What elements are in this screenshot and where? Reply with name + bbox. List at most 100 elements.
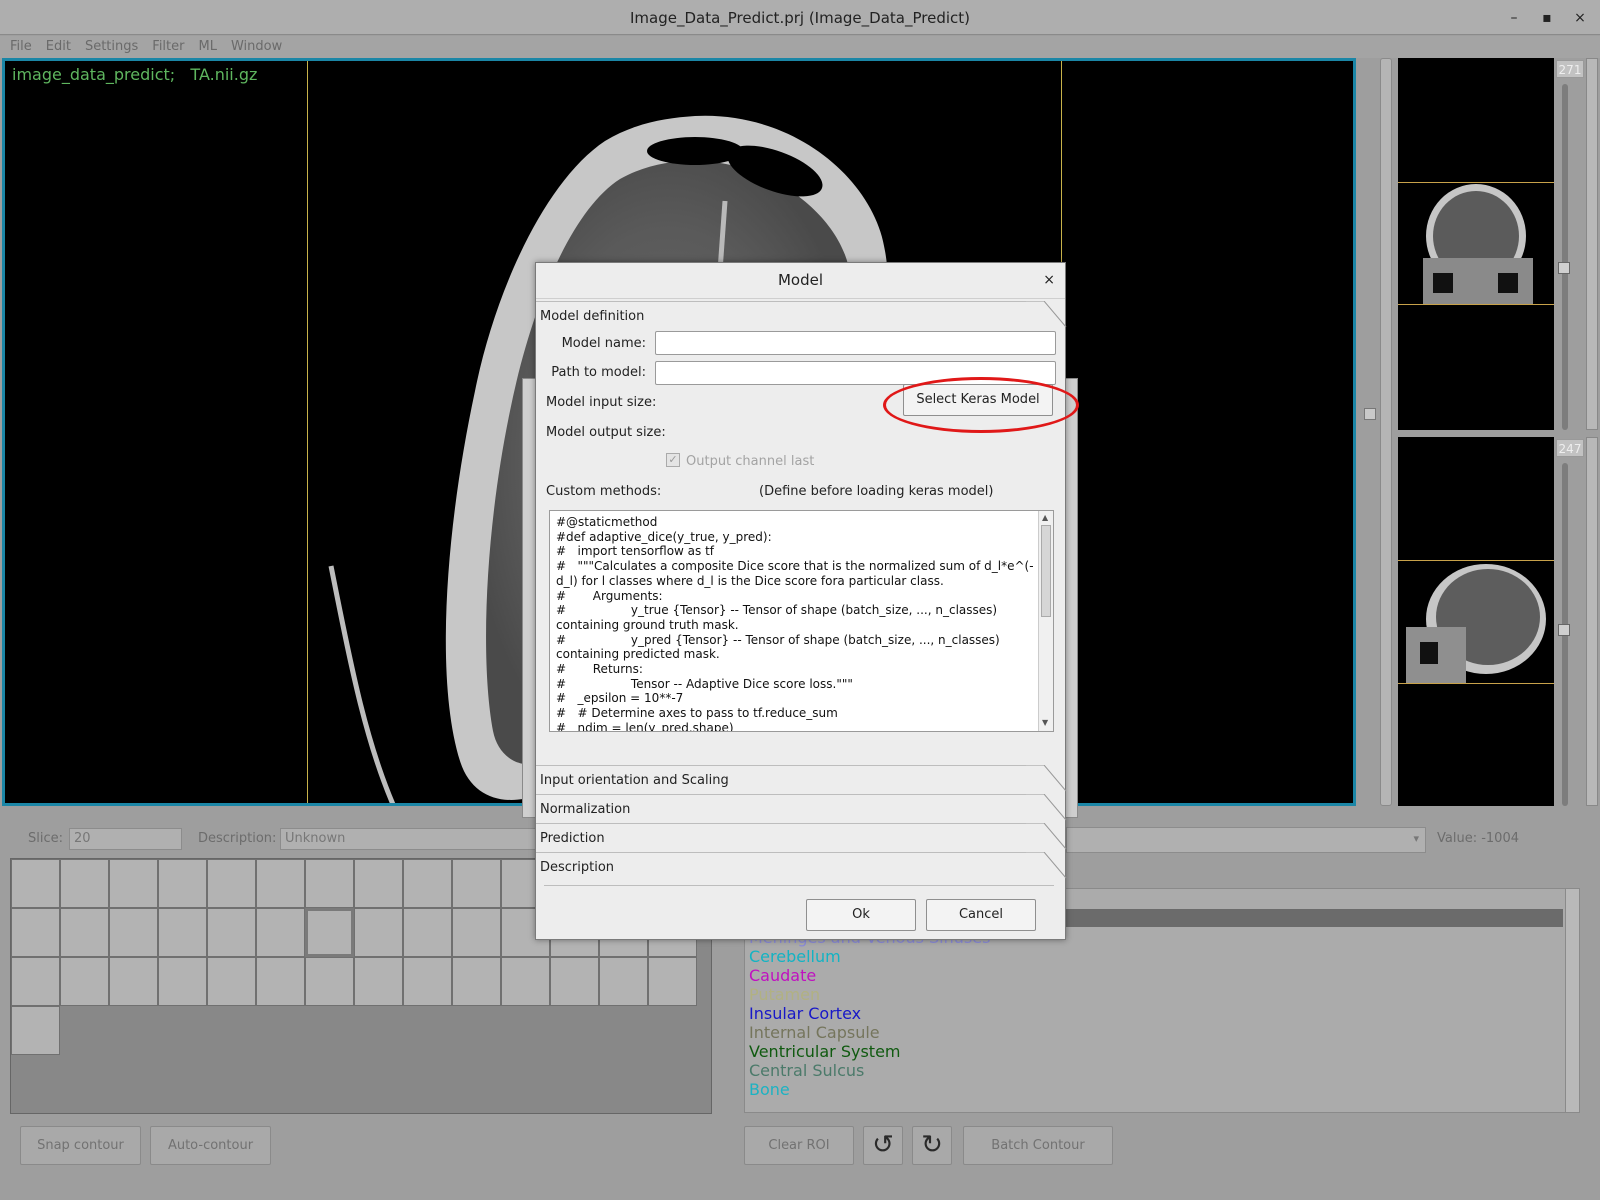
- list-item[interactable]: Bone: [745, 1080, 1563, 1099]
- scroll-down-icon[interactable]: ▼: [1042, 718, 1048, 727]
- slice-thumbnail[interactable]: [158, 908, 207, 957]
- coronal-slider[interactable]: [1562, 84, 1568, 430]
- menu-edit[interactable]: Edit: [46, 36, 71, 58]
- sagittal-slider-handle[interactable]: [1558, 624, 1570, 636]
- slice-thumbnail[interactable]: [207, 908, 256, 957]
- slice-thumbnail[interactable]: [354, 908, 403, 957]
- section-tab-slant: [1026, 852, 1067, 879]
- description-label: Description:: [198, 831, 277, 846]
- list-item[interactable]: Insular Cortex: [745, 1004, 1563, 1023]
- slice-thumbnail[interactable]: [256, 859, 305, 908]
- slice-thumbnail[interactable]: [354, 957, 403, 1006]
- slice-thumbnail[interactable]: [11, 1006, 60, 1055]
- coronal-thumbnail[interactable]: [1398, 58, 1554, 430]
- batch-contour-button[interactable]: Batch Contour: [963, 1126, 1113, 1165]
- slice-thumbnail[interactable]: [452, 859, 501, 908]
- slice-thumbnail[interactable]: [158, 957, 207, 1006]
- chevron-down-icon: ▾: [1413, 832, 1419, 845]
- slice-input[interactable]: 20: [69, 828, 182, 850]
- undo-icon[interactable]: ↺: [863, 1126, 903, 1165]
- roi-dropdown[interactable]: ▾: [1066, 827, 1426, 853]
- roi-list-scrollbar[interactable]: [1565, 889, 1579, 1112]
- slice-slider[interactable]: [1380, 58, 1392, 806]
- slice-thumbnail[interactable]: [256, 957, 305, 1006]
- slice-thumbnail[interactable]: [158, 859, 207, 908]
- slice-thumbnail[interactable]: [550, 957, 599, 1006]
- cancel-button[interactable]: Cancel: [926, 899, 1036, 931]
- slice-thumbnail[interactable]: [109, 859, 158, 908]
- ct-sagittal-slice: [1398, 560, 1554, 684]
- section-input-orientation[interactable]: Input orientation and Scaling: [536, 765, 1067, 793]
- redo-icon[interactable]: ↻: [912, 1126, 952, 1165]
- pixel-value-readout: Value: -1004: [1437, 831, 1519, 846]
- slice-thumbnail[interactable]: [599, 957, 648, 1006]
- list-item[interactable]: Caudate: [745, 966, 1563, 985]
- slice-thumbnail[interactable]: [305, 859, 354, 908]
- slice-thumbnail[interactable]: [452, 957, 501, 1006]
- dialog-close-icon[interactable]: ×: [1043, 272, 1055, 288]
- slice-thumbnail[interactable]: [256, 908, 305, 957]
- close-button[interactable]: ×: [1570, 8, 1590, 28]
- slice-thumbnail[interactable]: [648, 957, 697, 1006]
- scroll-up-icon[interactable]: ▲: [1042, 513, 1048, 522]
- list-item[interactable]: Cerebellum: [745, 947, 1563, 966]
- menu-ml[interactable]: ML: [198, 36, 216, 58]
- menu-file[interactable]: File: [10, 36, 32, 58]
- section-tab-slant: [1026, 765, 1067, 792]
- coronal-slice-number: 271: [1556, 60, 1584, 78]
- slice-thumbnail[interactable]: [354, 859, 403, 908]
- menu-filter[interactable]: Filter: [152, 36, 184, 58]
- list-item[interactable]: Ventricular System: [745, 1042, 1563, 1061]
- list-item[interactable]: Putamen: [745, 985, 1563, 1004]
- slice-thumbnail[interactable]: [60, 859, 109, 908]
- code-scrollbar[interactable]: ▲ ▼: [1038, 511, 1053, 731]
- slice-thumbnail[interactable]: [403, 859, 452, 908]
- slice-thumbnail[interactable]: [60, 957, 109, 1006]
- list-item[interactable]: Internal Capsule: [745, 1023, 1563, 1042]
- sagittal-thumbnail[interactable]: [1398, 437, 1554, 806]
- minimize-button[interactable]: –: [1504, 8, 1524, 28]
- section-description[interactable]: Description: [536, 852, 1067, 880]
- slice-thumbnail[interactable]: [11, 908, 60, 957]
- sagittal-scrollbar[interactable]: [1586, 437, 1598, 806]
- slice-label: Slice:: [28, 831, 64, 846]
- slice-thumbnail[interactable]: [109, 957, 158, 1006]
- model-output-size-label: Model output size:: [546, 425, 666, 440]
- slice-thumbnail[interactable]: [109, 908, 158, 957]
- maximize-button[interactable]: ▪: [1537, 8, 1557, 28]
- slice-thumbnail[interactable]: [501, 957, 550, 1006]
- slice-slider-handle[interactable]: [1364, 408, 1376, 420]
- output-channel-last-checkbox[interactable]: ✓: [666, 453, 680, 467]
- custom-methods-code[interactable]: #@staticmethod #def adaptive_dice(y_true…: [556, 515, 1034, 731]
- slice-thumbnail[interactable]: [11, 957, 60, 1006]
- auto-contour-button[interactable]: Auto-contour: [150, 1126, 271, 1165]
- menu-settings[interactable]: Settings: [85, 36, 138, 58]
- custom-methods-note: (Define before loading keras model): [759, 484, 994, 499]
- slice-thumbnail[interactable]: [60, 908, 109, 957]
- snap-contour-button[interactable]: Snap contour: [20, 1126, 141, 1165]
- clear-roi-button[interactable]: Clear ROI: [744, 1126, 854, 1165]
- slice-thumbnail[interactable]: [11, 859, 60, 908]
- coronal-scrollbar[interactable]: [1586, 58, 1598, 430]
- slice-thumbnail[interactable]: [452, 908, 501, 957]
- slice-thumbnail[interactable]: [403, 908, 452, 957]
- coronal-slider-handle[interactable]: [1558, 262, 1570, 274]
- custom-methods-editor[interactable]: #@staticmethod #def adaptive_dice(y_true…: [549, 510, 1054, 732]
- slice-thumbnail[interactable]: [305, 957, 354, 1006]
- list-item[interactable]: Central Sulcus: [745, 1061, 1563, 1080]
- custom-methods-label: Custom methods:: [546, 484, 662, 499]
- slice-thumbnail[interactable]: [403, 957, 452, 1006]
- model-name-input[interactable]: [655, 331, 1056, 355]
- description-input[interactable]: Unknown: [280, 828, 540, 850]
- section-normalization[interactable]: Normalization: [536, 794, 1067, 822]
- slice-thumbnail[interactable]: [207, 859, 256, 908]
- scroll-thumb[interactable]: [1041, 525, 1051, 617]
- section-model-definition[interactable]: Model definition: [536, 301, 1067, 329]
- slice-thumbnail[interactable]: [305, 908, 354, 957]
- section-prediction[interactable]: Prediction: [536, 823, 1067, 851]
- ok-button[interactable]: Ok: [806, 899, 916, 931]
- model-dialog: Model × Model definition Model name: Pat…: [535, 262, 1067, 940]
- menu-window[interactable]: Window: [231, 36, 282, 58]
- slice-thumbnail[interactable]: [207, 957, 256, 1006]
- section-tab-slant: [1026, 301, 1067, 328]
